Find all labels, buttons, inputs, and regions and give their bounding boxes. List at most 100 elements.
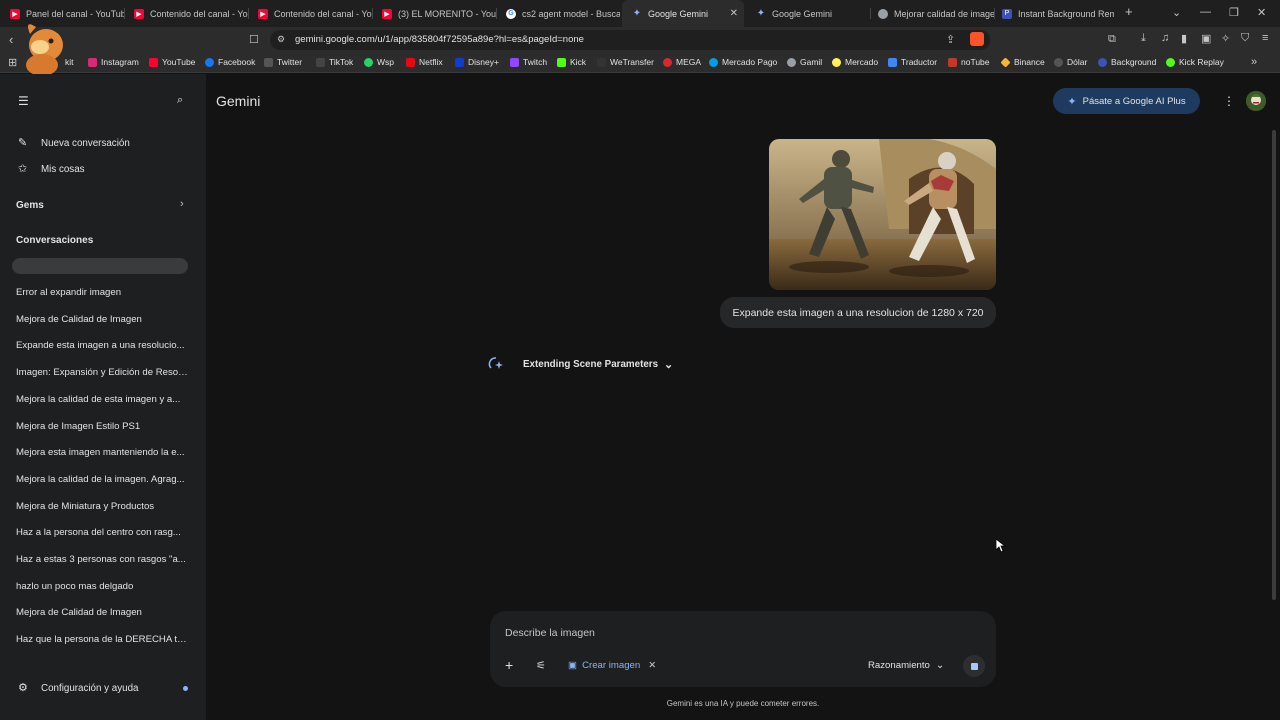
bookmark-item[interactable]: Instagram xyxy=(88,57,139,67)
browser-tab-active[interactable]: ✦ Google Gemini ✕ xyxy=(622,0,744,27)
apps-grid-icon[interactable]: ⊞ xyxy=(8,56,17,69)
minimize-icon[interactable]: — xyxy=(1200,6,1211,18)
avatar[interactable] xyxy=(1246,91,1266,111)
browser-tab[interactable]: G cs2 agent model - Buscar xyxy=(496,0,620,27)
bookmark-item[interactable]: noTube xyxy=(948,57,990,67)
site-info-icon[interactable]: ⚙ xyxy=(277,34,285,45)
bookmark-item[interactable]: WeTransfer xyxy=(597,57,654,67)
thinking-status[interactable]: Extending Scene Parameters ⌄ xyxy=(488,356,673,372)
media-icon[interactable]: ♫ xyxy=(1161,32,1169,44)
bookmark-item[interactable]: MEGA xyxy=(663,57,701,67)
browser-tab[interactable]: ▶ Contenido del canal - You xyxy=(248,0,372,27)
bookmark-item[interactable]: Facebook xyxy=(205,57,255,67)
mode-selector[interactable]: Razonamiento ⌄ xyxy=(868,660,944,671)
address-bar[interactable]: ⚙ gemini.google.com/u/1/app/835804f72595… xyxy=(270,30,990,50)
conversation-item[interactable]: Haz a la persona del centro con rasg... xyxy=(16,527,188,538)
browser-tab[interactable]: P Instant Background Remo xyxy=(994,0,1114,27)
maximize-icon[interactable]: ❐ xyxy=(1229,6,1239,19)
close-window-icon[interactable]: ✕ xyxy=(1257,6,1266,19)
remove-chip-icon[interactable]: ✕ xyxy=(648,660,656,671)
back-icon[interactable]: ‹ xyxy=(9,32,13,47)
shapes-icon: ✩ xyxy=(18,163,28,175)
close-tab-icon[interactable]: ✕ xyxy=(730,8,738,19)
bookmark-item[interactable]: Mercado Pago xyxy=(709,57,777,67)
gear-icon: ⚙ xyxy=(18,682,28,694)
tools-icon[interactable]: ⚟ xyxy=(536,659,546,672)
conversation-item[interactable]: Mejora la calidad de la imagen. Agrag... xyxy=(16,474,188,485)
bookmark-item[interactable]: Binance xyxy=(1000,56,1045,68)
tiktok-icon xyxy=(316,57,325,67)
my-stuff-button[interactable]: ✩ Mis cosas xyxy=(12,160,192,178)
stop-button[interactable] xyxy=(963,655,985,677)
leo-icon[interactable]: ✧ xyxy=(1221,32,1230,45)
notification-dot xyxy=(183,686,188,691)
browser-tab[interactable]: ▶ (3) EL MORENITO - YouTu xyxy=(372,0,496,27)
tab-label: cs2 agent model - Buscar xyxy=(522,8,620,19)
conversation-item[interactable]: Haz a estas 3 personas con rasgos "a... xyxy=(16,554,188,565)
upgrade-button[interactable]: ✦ Pásate a Google AI Plus xyxy=(1053,88,1200,114)
bookmark-item[interactable]: TikTok xyxy=(316,57,353,67)
more-options-icon[interactable]: ⋮ xyxy=(1223,94,1235,108)
conversation-item[interactable]: Mejora de Calidad de Imagen xyxy=(16,314,188,325)
mega-icon xyxy=(663,57,672,67)
conversation-item[interactable]: Mejora esta imagen manteniendo la e... xyxy=(16,447,188,458)
bookmark-item[interactable]: kit xyxy=(65,57,74,67)
browser-tab[interactable]: ▶ Contenido del canal - You xyxy=(124,0,248,27)
sidebar-toggle-icon[interactable]: ▮ xyxy=(1181,32,1187,45)
new-chat-label: Nueva conversación xyxy=(41,138,130,149)
bookmark-item[interactable]: Disney+ xyxy=(455,57,499,67)
screenshot-icon[interactable]: ⧉ xyxy=(1108,33,1116,46)
bookmark-item[interactable]: Netflix xyxy=(406,57,443,67)
scrollbar[interactable] xyxy=(1272,130,1276,600)
conversation-item[interactable]: hazlo un poco mas delgado xyxy=(16,581,188,592)
bookmark-item[interactable]: Mercado xyxy=(832,57,878,67)
search-icon[interactable]: ⌕ xyxy=(177,94,183,107)
uploaded-image[interactable] xyxy=(769,139,996,290)
conversation-item[interactable]: Mejora de Calidad de Imagen xyxy=(16,607,188,618)
conversation-item[interactable]: Imagen: Expansión y Edición de Resol... xyxy=(16,367,188,378)
download-icon[interactable]: ⤓ xyxy=(1141,32,1146,45)
bookmark-item[interactable]: Background xyxy=(1098,57,1156,67)
bookmark-icon[interactable]: ☐ xyxy=(249,33,259,46)
conversation-item[interactable]: Haz que la persona de la DERECHA te... xyxy=(16,634,188,645)
bookmark-item[interactable]: Kick Replay xyxy=(1166,57,1224,67)
add-icon[interactable]: + xyxy=(505,657,513,673)
gems-section[interactable]: Gems › xyxy=(12,196,192,214)
brave-shield-icon[interactable] xyxy=(970,32,984,46)
share-icon[interactable]: ⇪ xyxy=(946,33,955,46)
wallet-icon[interactable]: ▣ xyxy=(1201,32,1211,45)
bookmark-item[interactable]: Twitch xyxy=(510,57,547,67)
main-menu-icon[interactable]: ☰ xyxy=(18,94,29,108)
settings-help-button[interactable]: ⚙ Configuración y ayuda xyxy=(12,679,192,697)
bookmark-item[interactable]: Wsp xyxy=(364,57,394,67)
new-chat-button[interactable]: ✎ Nueva conversación xyxy=(12,134,192,152)
bookmark-item[interactable]: Dólar xyxy=(1054,57,1087,67)
sparkle-icon: ✦ xyxy=(1067,95,1077,108)
tab-label: Instant Background Remo xyxy=(1018,8,1114,19)
conversation-item[interactable]: Mejora de Imagen Estilo PS1 xyxy=(16,421,188,432)
whatsapp-icon xyxy=(364,57,373,67)
vpn-icon[interactable]: ⛉ xyxy=(1241,32,1249,45)
conversation-item[interactable]: Expande esta imagen a una resolucio... xyxy=(16,340,188,351)
bookmark-item[interactable]: Traductor xyxy=(888,57,937,67)
conversation-item[interactable]: Mejora de Miniatura y Productos xyxy=(16,501,188,512)
new-tab-icon[interactable]: + xyxy=(1125,4,1133,19)
bookmark-item[interactable]: Gamil xyxy=(787,57,822,67)
gemini-icon: ✦ xyxy=(632,8,642,19)
create-image-chip[interactable]: ▣ Crear imagen ✕ xyxy=(568,660,656,671)
tab-label: Google Gemini xyxy=(648,8,709,19)
menu-icon[interactable]: ≡ xyxy=(1262,32,1268,44)
browser-tab[interactable]: Mejorar calidad de image xyxy=(870,0,994,27)
more-bookmarks-icon[interactable]: » xyxy=(1251,56,1257,68)
tab-label: Google Gemini xyxy=(772,8,833,19)
bookmark-item[interactable]: YouTube xyxy=(149,57,195,67)
chevron-down-icon[interactable]: ⌄ xyxy=(1172,6,1181,19)
bookmark-item[interactable]: Kick xyxy=(557,57,586,67)
active-conversation-item[interactable] xyxy=(12,258,188,274)
bookmark-item[interactable]: Twitter xyxy=(264,57,302,67)
youtube-icon xyxy=(149,57,158,67)
conversation-item[interactable]: Error al expandir imagen xyxy=(16,287,188,298)
conversation-item[interactable]: Mejora la calidad de esta imagen y a... xyxy=(16,394,188,405)
prompt-input[interactable]: Describe la imagen xyxy=(505,627,595,639)
browser-tab[interactable]: ✦ Google Gemini xyxy=(746,0,870,27)
